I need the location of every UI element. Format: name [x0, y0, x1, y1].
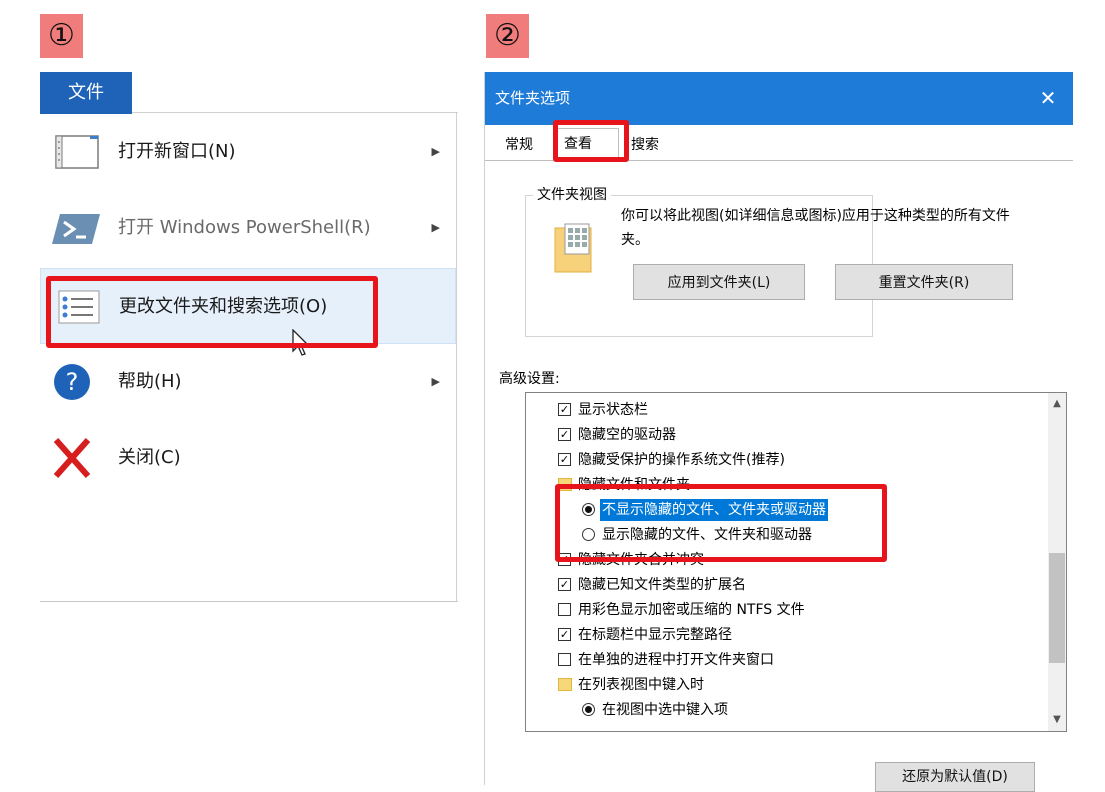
list-item-label: 隐藏已知文件类型的扩展名	[578, 577, 746, 593]
menu-divider	[456, 112, 457, 602]
checkbox[interactable]: ✓	[558, 578, 571, 591]
step-1-badge: ①	[40, 14, 83, 58]
menu-item-label: 打开新窗口(N)	[118, 141, 236, 162]
restore-defaults-button[interactable]: 还原为默认值(D)	[875, 762, 1035, 792]
menu-item-label: 打开 Windows PowerShell(R)	[118, 217, 371, 238]
folder-view-icon	[554, 223, 592, 273]
menu-divider	[132, 112, 458, 113]
close-x-icon	[53, 438, 91, 478]
scroll-down-icon[interactable]: ▼	[1048, 711, 1066, 729]
tab-search[interactable]: 搜索	[625, 130, 665, 160]
highlight-box	[555, 484, 887, 562]
folder-views-description: 你可以将此视图(如详细信息或图标)应用于这种类型的所有文件夹。	[621, 208, 1010, 248]
help-icon: ?	[54, 364, 90, 400]
menu-divider	[40, 601, 458, 602]
step-2-badge: ②	[486, 14, 529, 58]
folder-views-legend: 文件夹视图	[533, 184, 611, 204]
powershell-icon	[52, 214, 100, 244]
checkbox[interactable]: ✓	[558, 403, 571, 416]
menu-item-label: 关闭(C)	[118, 447, 181, 468]
checkbox[interactable]	[558, 603, 571, 616]
list-item-label: 隐藏空的驱动器	[578, 427, 676, 443]
highlight-box	[553, 120, 629, 162]
dialog-titlebar: 文件夹选项 ✕	[485, 72, 1073, 125]
folder-icon	[558, 678, 572, 691]
menu-item-help[interactable]: ? 帮助(H) ▶	[40, 344, 456, 420]
scrollbar-thumb[interactable]	[1049, 553, 1065, 663]
close-icon[interactable]: ✕	[1031, 72, 1065, 125]
list-item-label: 在标题栏中显示完整路径	[578, 627, 732, 643]
file-tab[interactable]: 文件	[40, 72, 132, 114]
list-item-label: 隐藏受保护的操作系统文件(推荐)	[578, 452, 785, 468]
svg-text:?: ?	[66, 368, 79, 396]
radio-button[interactable]	[582, 703, 595, 716]
highlight-box	[46, 276, 378, 348]
list-item-label: 在视图中选中键入项	[602, 702, 728, 718]
scroll-up-icon[interactable]: ▲	[1048, 395, 1066, 413]
menu-item-open-new-window[interactable]: 打开新窗口(N) ▶	[40, 114, 456, 190]
apply-to-folders-button[interactable]: 应用到文件夹(L)	[633, 264, 805, 300]
list-item-label: 在单独的进程中打开文件夹窗口	[578, 652, 774, 668]
file-menu-panel: 文件 打开新窗口(N) ▶ 打开 Windows PowerShell(R) ▶	[40, 72, 458, 602]
menu-item-close[interactable]: 关闭(C)	[40, 420, 456, 496]
checkbox[interactable]: ✓	[558, 428, 571, 441]
advanced-settings-label: 高级设置:	[499, 371, 560, 387]
window-icon	[55, 135, 99, 169]
reset-folders-button[interactable]: 重置文件夹(R)	[835, 264, 1013, 300]
checkbox[interactable]: ✓	[558, 628, 571, 641]
checkbox[interactable]	[558, 653, 571, 666]
advanced-settings-list[interactable]: ✓ 显示状态栏 ✓ 隐藏空的驱动器 ✓ 隐藏受保护的操作系统文件(推荐) 隐藏文…	[525, 392, 1067, 732]
folder-options-dialog: 文件夹选项 ✕ 常规 查看 搜索 文件夹视图 你可以将此视图(如详细信息或图标)…	[484, 72, 1073, 792]
tab-general[interactable]: 常规	[499, 130, 539, 160]
menu-item-label: 帮助(H)	[118, 371, 182, 392]
submenu-arrow-icon: ▶	[431, 221, 440, 234]
dialog-title: 文件夹选项	[495, 89, 571, 107]
checkbox[interactable]: ✓	[558, 453, 571, 466]
submenu-arrow-icon: ▶	[431, 145, 440, 158]
menu-item-open-powershell[interactable]: 打开 Windows PowerShell(R) ▶	[40, 190, 456, 266]
list-item-label: 在列表视图中键入时	[578, 677, 704, 693]
list-item-label: 用彩色显示加密或压缩的 NTFS 文件	[578, 602, 805, 618]
list-item-label: 显示状态栏	[578, 402, 648, 418]
submenu-arrow-icon: ▶	[431, 375, 440, 388]
